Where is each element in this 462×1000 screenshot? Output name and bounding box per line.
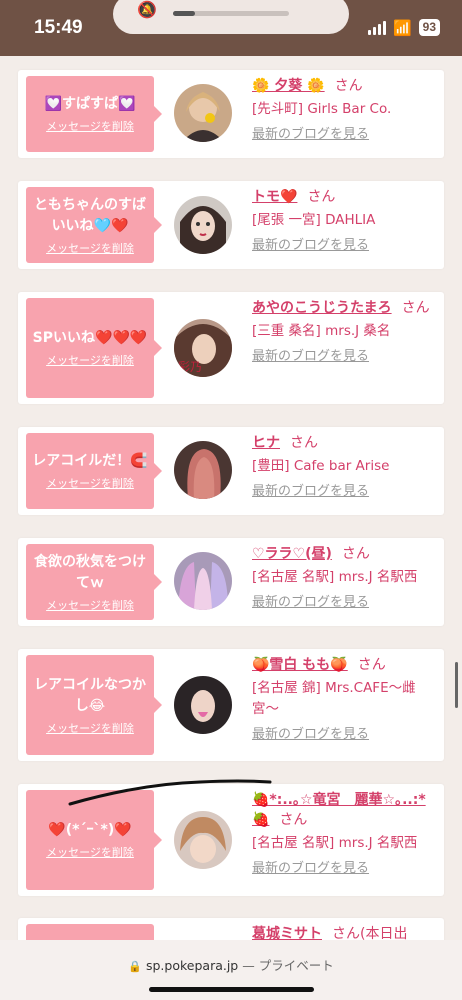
message-bubble: ❤️(*´ｰ`*)❤️ メッセージを削除	[26, 790, 162, 890]
svg-text:彩乃: 彩乃	[178, 360, 202, 374]
message-text: ❤️(*´ｰ`*)❤️	[48, 822, 132, 838]
shop-name: [尾張 一宮] DAHLIA	[252, 212, 376, 228]
cast-name[interactable]: ヒナ さん	[252, 433, 438, 453]
lock-icon: 🔒	[128, 960, 142, 973]
signal-icon	[367, 20, 386, 35]
message-bubble: レアコイルなつかし😂 メッセージを削除	[26, 655, 162, 755]
cast-name[interactable]: あやのこうじうたまろ さん	[252, 298, 438, 318]
message-bubble: SPいいね❤️❤️❤️ メッセージを削除	[26, 298, 162, 398]
status-time: 15:49	[34, 17, 83, 38]
blog-link[interactable]: 最新のブログを見る	[252, 593, 438, 613]
message-bubble: 食欲の秋気をつけてｗ メッセージを削除	[26, 544, 162, 620]
scrollbar[interactable]	[455, 662, 458, 708]
cast-name[interactable]: 🍑雪白 もも🍑 さん	[252, 655, 438, 675]
message-bubble: ともちゃんのすばいいね🩵❤️ メッセージを削除	[26, 187, 162, 263]
shop-name: [名古屋 錦] Mrs.CAFE〜雌宮〜	[252, 680, 416, 717]
cast-info: ♡ララ♡(昼) さん [名古屋 名駅] mrs.J 名駅西 最新のブログを見る	[252, 544, 438, 613]
delete-message-link[interactable]: メッセージを削除	[46, 352, 134, 368]
message-bubble	[26, 924, 154, 940]
avatar[interactable]	[174, 196, 232, 254]
battery-icon: 93	[418, 19, 440, 36]
volume-bar	[173, 11, 289, 16]
message-card: ❤️(*´ｰ`*)❤️ メッセージを削除 🍓*:..｡☆竜宮 麗華☆｡..:*🍓…	[18, 784, 444, 896]
delete-message-link[interactable]: メッセージを削除	[46, 118, 134, 134]
cast-info: 🌼 夕葵 🌼 さん [先斗町] Girls Bar Co. 最新のブログを見る	[252, 76, 438, 145]
avatar[interactable]	[174, 552, 232, 610]
cast-name[interactable]: 葛城ミサト さん(本日出	[252, 924, 438, 940]
delete-message-link[interactable]: メッセージを削除	[46, 844, 134, 860]
url-separator: —	[238, 958, 259, 973]
avatar[interactable]	[174, 811, 232, 869]
cast-info: 葛城ミサト さん(本日出	[252, 924, 438, 940]
message-text: レアコイルなつかし😂	[34, 676, 146, 714]
message-text: SPいいね❤️❤️❤️	[32, 330, 148, 346]
avatar[interactable]: 彩乃	[174, 319, 232, 377]
delete-message-link[interactable]: メッセージを削除	[46, 720, 134, 736]
avatar[interactable]	[174, 84, 232, 142]
message-card: 💟すぱすぱ💟 メッセージを削除 🌼 夕葵 🌼 さん [先斗町] Girls Bar…	[18, 70, 444, 158]
message-card: 葛城ミサト さん(本日出	[18, 918, 444, 940]
message-text: 💟すぱすぱ💟	[44, 96, 136, 112]
message-card: SPいいね❤️❤️❤️ メッセージを削除 彩乃 あやのこうじうたまろ さん [三重…	[18, 292, 444, 404]
blog-link[interactable]: 最新のブログを見る	[252, 236, 438, 256]
message-text: レアコイルだ！🧲	[32, 453, 148, 469]
delete-message-link[interactable]: メッセージを削除	[46, 597, 134, 613]
cast-info: ヒナ さん [豊田] Cafe bar Arise 最新のブログを見る	[252, 433, 438, 502]
cast-name[interactable]: 🌼 夕葵 🌼 さん	[252, 76, 438, 96]
muted-bell-icon: 🔕	[137, 0, 157, 19]
blog-link[interactable]: 最新のブログを見る	[252, 725, 438, 745]
cast-info: トモ❤️ さん [尾張 一宮] DAHLIA 最新のブログを見る	[252, 187, 438, 256]
blog-link[interactable]: 最新のブログを見る	[252, 859, 438, 879]
avatar[interactable]	[174, 441, 232, 499]
cast-info: 🍑雪白 もも🍑 さん [名古屋 錦] Mrs.CAFE〜雌宮〜 最新のブログを見る	[252, 655, 438, 745]
status-icons: 📶 93	[367, 18, 440, 37]
avatar[interactable]	[174, 676, 232, 734]
cast-info: 🍓*:..｡☆竜宮 麗華☆｡..:*🍓 さん [名古屋 名駅] mrs.J 名駅西…	[252, 790, 438, 879]
wifi-icon: 📶	[392, 18, 412, 37]
shop-name: [豊田] Cafe bar Arise	[252, 458, 390, 474]
blog-link[interactable]: 最新のブログを見る	[252, 347, 438, 367]
private-mode-label: プライベート	[258, 958, 334, 973]
url-bar[interactable]: 🔒 sp.pokepara.jp — プライベート	[0, 940, 462, 1000]
shop-name: [三重 桑名] mrs.J 桑名	[252, 323, 391, 339]
message-bubble: レアコイルだ！🧲 メッセージを削除	[26, 433, 162, 509]
delete-message-link[interactable]: メッセージを削除	[46, 475, 134, 491]
status-bar: 15:49 🔕 📶 93	[0, 0, 462, 56]
message-card: レアコイルだ！🧲 メッセージを削除 ヒナ さん [豊田] Cafe bar Ari…	[18, 427, 444, 515]
home-indicator[interactable]	[149, 987, 314, 992]
message-bubble: 💟すぱすぱ💟 メッセージを削除	[26, 76, 162, 152]
cast-name[interactable]: 🍓*:..｡☆竜宮 麗華☆｡..:*🍓 さん	[252, 790, 438, 830]
shop-name: [名古屋 名駅] mrs.J 名駅西	[252, 569, 418, 585]
url-domain: sp.pokepara.jp	[145, 958, 239, 973]
dynamic-island: 🔕	[113, 0, 349, 34]
cast-info: あやのこうじうたまろ さん [三重 桑名] mrs.J 桑名 最新のブログを見る	[252, 298, 438, 367]
cast-name[interactable]: トモ❤️ さん	[252, 187, 438, 207]
shop-name: [名古屋 名駅] mrs.J 名駅西	[252, 835, 418, 851]
message-list[interactable]: 💟すぱすぱ💟 メッセージを削除 🌼 夕葵 🌼 さん [先斗町] Girls Bar…	[0, 56, 462, 940]
delete-message-link[interactable]: メッセージを削除	[46, 240, 134, 256]
blog-link[interactable]: 最新のブログを見る	[252, 125, 438, 145]
message-text: 食欲の秋気をつけてｗ	[34, 553, 146, 591]
cast-name[interactable]: ♡ララ♡(昼) さん	[252, 544, 438, 564]
blog-link[interactable]: 最新のブログを見る	[252, 482, 438, 502]
shop-name: [先斗町] Girls Bar Co.	[252, 101, 392, 117]
message-text: ともちゃんのすばいいね🩵❤️	[34, 196, 146, 234]
message-card: ともちゃんのすばいいね🩵❤️ メッセージを削除 トモ❤️ さん [尾張 一宮] D…	[18, 181, 444, 269]
message-card: レアコイルなつかし😂 メッセージを削除 🍑雪白 もも🍑 さん [名古屋 錦] Mr…	[18, 649, 444, 761]
message-card: 食欲の秋気をつけてｗ メッセージを削除 ♡ララ♡(昼) さん [名古屋 名駅] m…	[18, 538, 444, 626]
